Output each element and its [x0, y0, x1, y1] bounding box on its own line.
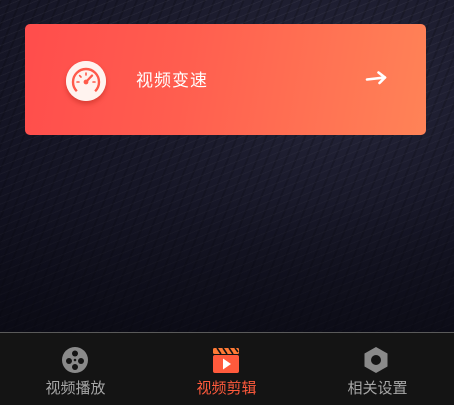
- hex-nut-icon: [362, 346, 390, 374]
- film-reel-icon: [61, 346, 89, 374]
- tab-video-edit[interactable]: 视频剪辑: [151, 333, 302, 405]
- tab-label: 相关设置: [347, 379, 408, 397]
- bottom-tab-bar: 视频播放 视频剪辑 相关设置: [0, 332, 454, 405]
- tab-video-play[interactable]: 视频播放: [0, 333, 151, 405]
- speedometer-icon: [66, 61, 106, 101]
- tab-settings[interactable]: 相关设置: [302, 333, 453, 405]
- app-screen: 视频变速 视频播放 视频剪辑 相关设置: [0, 0, 454, 405]
- clapperboard-play-icon: [212, 346, 240, 374]
- card-title: 视频变速: [136, 71, 208, 91]
- tab-label: 视频播放: [45, 379, 106, 397]
- arrow-right-icon: [365, 67, 389, 91]
- video-speed-card[interactable]: 视频变速: [25, 24, 426, 135]
- tab-label: 视频剪辑: [196, 379, 257, 397]
